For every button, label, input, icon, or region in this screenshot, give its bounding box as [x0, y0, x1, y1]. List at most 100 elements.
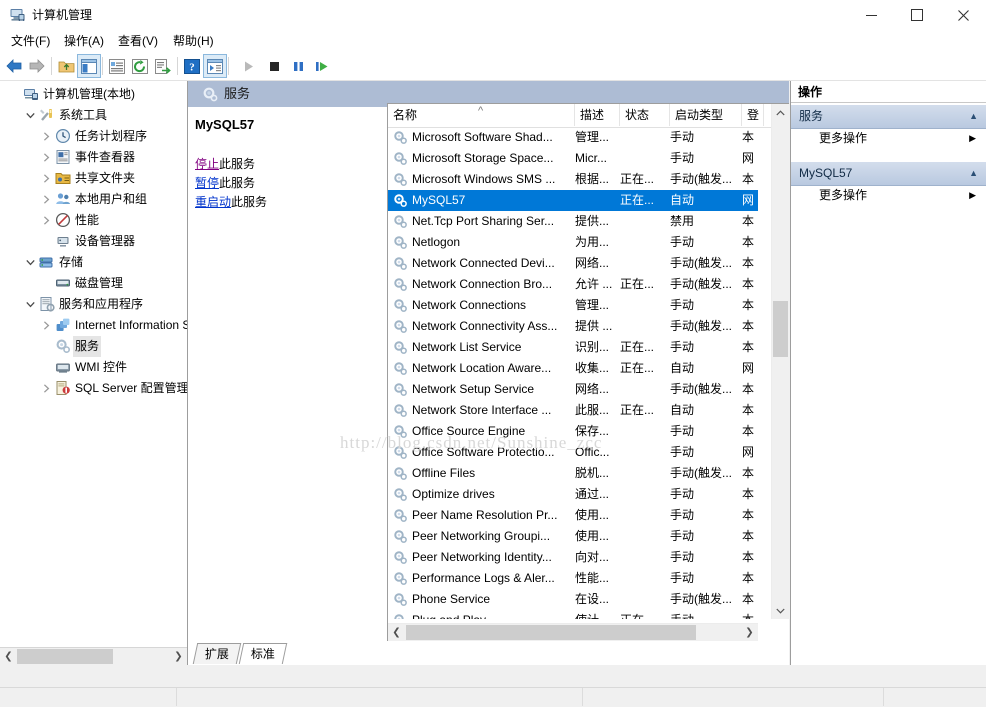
more-actions-services[interactable]: 更多操作 ▶: [791, 127, 986, 150]
table-row[interactable]: Network Connected Devi... 网络... 手动(触发... 本: [388, 253, 758, 274]
twisty-collapsed-icon[interactable]: [38, 147, 54, 168]
tree-item-4[interactable]: 共享文件夹: [0, 168, 187, 189]
menu-file[interactable]: 文件(F): [6, 33, 55, 50]
table-row[interactable]: MySQL57 正在... 自动 网: [388, 190, 758, 211]
tree-item-9[interactable]: 磁盘管理: [0, 273, 187, 294]
collapse-chevron-up-icon-2[interactable]: ▲: [969, 162, 978, 185]
tree-item-7[interactable]: 设备管理器: [0, 231, 187, 252]
start-service-button[interactable]: [237, 55, 259, 77]
services-list-body[interactable]: Microsoft Software Shad... 管理... 手动本 Micros…: [388, 127, 758, 619]
close-button[interactable]: [940, 0, 986, 30]
restart-service-link[interactable]: 重启动此服务: [195, 193, 267, 212]
table-row[interactable]: Performance Logs & Aler... 性能... 手动 本: [388, 568, 758, 589]
tree-scroll-left-button[interactable]: ❮: [0, 648, 17, 665]
tab-standard[interactable]: 标准: [238, 643, 288, 664]
table-row[interactable]: Network Connections 管理... 手动 本: [388, 295, 758, 316]
twisty-collapsed-icon[interactable]: [38, 189, 54, 210]
refresh-button[interactable]: [129, 55, 151, 77]
pause-service-link[interactable]: 暂停此服务: [195, 174, 267, 193]
column-logon-as[interactable]: 登: [742, 104, 764, 126]
table-row[interactable]: Network Setup Service 网络... 手动(触发... 本: [388, 379, 758, 400]
table-row[interactable]: Peer Networking Groupi... 使用... 手动 本: [388, 526, 758, 547]
table-row[interactable]: Peer Name Resolution Pr... 使用... 手动 本: [388, 505, 758, 526]
column-startup-type[interactable]: 启动类型: [670, 104, 742, 126]
restart-service-link-anchor[interactable]: 重启动: [195, 195, 231, 209]
twisty-expanded-icon[interactable]: [22, 252, 38, 273]
menu-action[interactable]: 操作(A): [59, 33, 109, 50]
twisty-expanded-icon[interactable]: [22, 294, 38, 315]
table-row[interactable]: Offline Files 脱机... 手动(触发... 本: [388, 463, 758, 484]
twisty-expanded-icon[interactable]: [22, 105, 38, 126]
menu-view[interactable]: 查看(V): [113, 33, 163, 50]
table-row[interactable]: Phone Service 在设... 手动(触发... 本: [388, 589, 758, 610]
table-row[interactable]: Network Store Interface ... 此服... 正在... 自动 本: [388, 400, 758, 421]
table-row[interactable]: Net.Tcp Port Sharing Ser... 提供... 禁用 本: [388, 211, 758, 232]
column-status[interactable]: 状态: [620, 104, 670, 126]
export-list-button[interactable]: [152, 55, 174, 77]
table-row[interactable]: Network Connection Bro... 允许 ... 正在... 手动(触…: [388, 274, 758, 295]
help-button[interactable]: ?: [181, 55, 203, 77]
collapse-chevron-up-icon[interactable]: ▲: [969, 105, 978, 128]
scroll-thumb[interactable]: [773, 301, 788, 357]
maximize-button[interactable]: [894, 0, 940, 30]
tree-scroll-right-button[interactable]: ❯: [170, 648, 187, 665]
tree-item-14[interactable]: SQL Server 配置管理器: [0, 378, 187, 399]
tree-item-8[interactable]: 存储: [0, 252, 187, 273]
show-hide-tree-button[interactable]: [77, 54, 101, 78]
stop-service-button[interactable]: [263, 55, 285, 77]
tree-item-2[interactable]: 任务计划程序: [0, 126, 187, 147]
table-row[interactable]: Microsoft Windows SMS ... 根据... 正在... 手动(触发…: [388, 169, 758, 190]
tree-item-6[interactable]: 性能: [0, 210, 187, 231]
table-row[interactable]: Microsoft Storage Space... Micr... 手动 网: [388, 148, 758, 169]
stop-service-link[interactable]: 停止此服务: [195, 155, 267, 174]
table-row[interactable]: Network Location Aware... 收集... 正在... 自动 网: [388, 358, 758, 379]
twisty-collapsed-icon[interactable]: [38, 315, 54, 336]
menu-help[interactable]: 帮助(H): [168, 33, 219, 50]
scroll-up-button[interactable]: [772, 104, 789, 121]
scroll-down-button[interactable]: [772, 602, 789, 619]
services-horizontal-scrollbar[interactable]: ❮ ❯: [388, 623, 758, 641]
table-row[interactable]: Network Connectivity Ass... 提供 ... 手动(触发..…: [388, 316, 758, 337]
action-group-services[interactable]: 服务 ▲: [791, 104, 986, 129]
twisty-collapsed-icon[interactable]: [38, 126, 54, 147]
pause-service-button[interactable]: [287, 55, 309, 77]
column-description[interactable]: 描述: [575, 104, 620, 126]
tree-item-10[interactable]: 服务和应用程序: [0, 294, 187, 315]
hscroll-left-button[interactable]: ❮: [388, 624, 405, 641]
table-row[interactable]: Netlogon 为用... 手动 本: [388, 232, 758, 253]
table-row[interactable]: Optimize drives 通过... 手动 本: [388, 484, 758, 505]
tab-extended[interactable]: 扩展: [192, 643, 242, 664]
pause-service-link-anchor[interactable]: 暂停: [195, 176, 219, 190]
tree-item-3[interactable]: 事件查看器: [0, 147, 187, 168]
services-vertical-scrollbar[interactable]: [771, 104, 789, 619]
minimize-button[interactable]: [848, 0, 894, 30]
table-row[interactable]: Microsoft Software Shad... 管理... 手动 本: [388, 127, 758, 148]
twisty-collapsed-icon[interactable]: [38, 168, 54, 189]
back-button[interactable]: [3, 55, 25, 77]
table-row[interactable]: Plug and Play 使计... 正在... 手动 本: [388, 610, 758, 619]
properties-button[interactable]: [106, 55, 128, 77]
tree-item-12[interactable]: 服务: [0, 336, 187, 357]
tree-item-5[interactable]: 本地用户和组: [0, 189, 187, 210]
table-row[interactable]: Office Software Protectio... Offic... 手动 网: [388, 442, 758, 463]
table-row[interactable]: Office Source Engine 保存... 手动 本: [388, 421, 758, 442]
column-name[interactable]: 名称 ^: [388, 104, 575, 126]
tree-item-13[interactable]: WMI 控件: [0, 357, 187, 378]
twisty-collapsed-icon[interactable]: [38, 210, 54, 231]
hscroll-thumb[interactable]: [406, 625, 696, 640]
tree-item-11[interactable]: Internet Information S: [0, 315, 187, 336]
restart-service-button[interactable]: [311, 55, 333, 77]
hscroll-right-button[interactable]: ❯: [741, 624, 758, 641]
up-one-level-button[interactable]: [55, 55, 77, 77]
tree-item-0[interactable]: 计算机管理(本地): [0, 84, 187, 105]
tree-scroll-thumb[interactable]: [17, 649, 113, 664]
show-action-pane-button[interactable]: [203, 54, 227, 78]
stop-service-link-anchor[interactable]: 停止: [195, 157, 219, 171]
more-actions-mysql57[interactable]: 更多操作 ▶: [791, 184, 986, 207]
forward-button[interactable]: [26, 55, 48, 77]
tree-horizontal-scrollbar[interactable]: ❮ ❯: [0, 647, 187, 665]
tree-item-1[interactable]: 系统工具: [0, 105, 187, 126]
table-row[interactable]: Network List Service 识别... 正在... 手动 本: [388, 337, 758, 358]
action-group-mysql57[interactable]: MySQL57 ▲: [791, 161, 986, 186]
table-row[interactable]: Peer Networking Identity... 向对... 手动 本: [388, 547, 758, 568]
